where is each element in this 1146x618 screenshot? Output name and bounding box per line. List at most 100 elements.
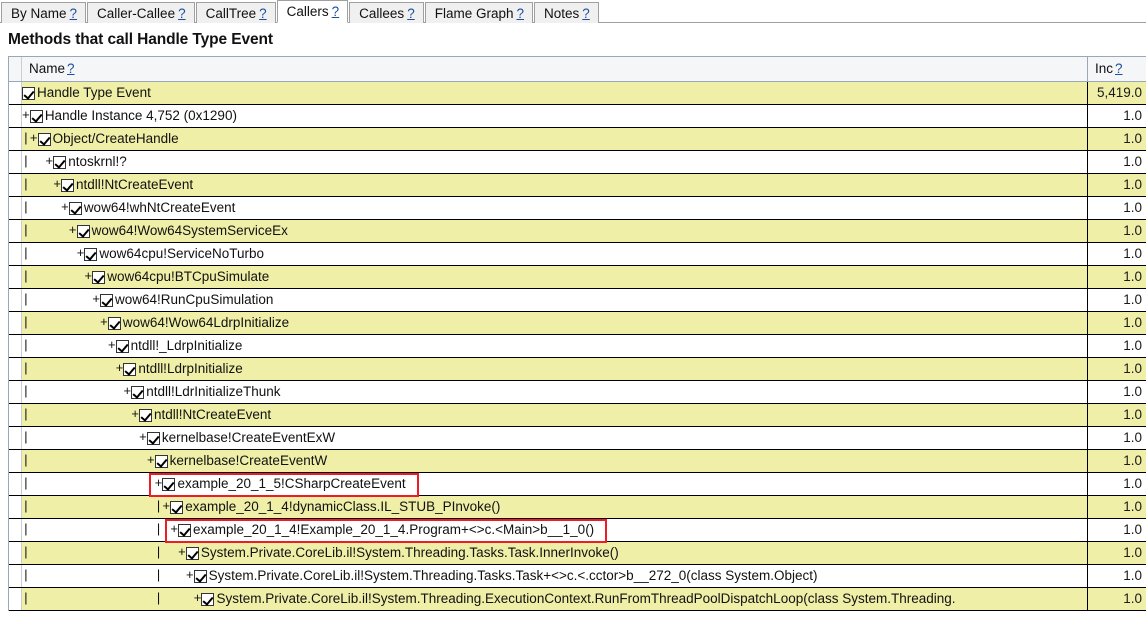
cell-name[interactable]: + Handle Instance 4,752 (0x1290) <box>22 105 1088 127</box>
table-row[interactable]: | + ntdll!NtCreateEvent 1.0 <box>9 174 1146 197</box>
table-row[interactable]: | | + example_20_1_4!Example_20_1_4.Progr… <box>9 519 1146 542</box>
table-row[interactable]: | + kernelbase!CreateEventExW 1.0 <box>9 427 1146 450</box>
table-row[interactable]: | + ntdll!_LdrpInitialize 1.0 <box>9 335 1146 358</box>
cell-name[interactable]: | | + System.Private.CoreLib.il!System.Th… <box>22 588 1088 610</box>
cell-name[interactable]: | | + example_20_1_4!Example_20_1_4.Progr… <box>22 519 1088 541</box>
table-row[interactable]: | | + System.Private.CoreLib.il!System.Th… <box>9 542 1146 565</box>
cell-inc: 1.0 <box>1088 312 1146 334</box>
cell-name[interactable]: | | + System.Private.CoreLib.il!System.Th… <box>22 542 1088 564</box>
tab-callees[interactable]: Callees? <box>349 2 424 23</box>
row-checkbox-checked-icon[interactable] <box>107 316 121 330</box>
tab-calltree[interactable]: CallTree? <box>195 2 276 23</box>
table-row[interactable]: Handle Type Event 5,419.0 <box>9 82 1146 105</box>
row-checkbox-checked-icon[interactable] <box>146 431 160 445</box>
cell-name[interactable]: | + wow64!Wow64LdrpInitialize <box>22 312 1088 334</box>
tab-help-link[interactable]: ? <box>332 4 340 19</box>
table-row[interactable]: | + wow64!Wow64LdrpInitialize 1.0 <box>9 312 1146 335</box>
table-row[interactable]: | + wow64cpu!BTCpuSimulate 1.0 <box>9 266 1146 289</box>
tab-help-link[interactable]: ? <box>407 6 415 21</box>
row-checkbox-checked-icon[interactable] <box>76 224 90 238</box>
cell-inc: 1.0 <box>1088 105 1146 127</box>
tab-help-link[interactable]: ? <box>516 6 524 21</box>
cell-name[interactable]: | + ntdll!_LdrpInitialize <box>22 335 1088 357</box>
row-label: ntdll!LdrpInitialize <box>138 361 243 376</box>
row-gutter <box>9 266 22 288</box>
tab-help-link[interactable]: ? <box>178 6 186 21</box>
row-checkbox-checked-icon[interactable] <box>154 454 168 468</box>
row-checkbox-checked-icon[interactable] <box>170 500 184 514</box>
row-checkbox-checked-icon[interactable] <box>29 109 43 123</box>
row-checkbox-checked-icon[interactable] <box>178 523 192 537</box>
cell-name[interactable]: | | + System.Private.CoreLib.il!System.Th… <box>22 565 1088 587</box>
cell-inc: 5,419.0 <box>1088 82 1146 104</box>
tab-by-name[interactable]: By Name? <box>1 2 87 23</box>
cell-name[interactable]: | + wow64!Wow64SystemServiceEx <box>22 220 1088 242</box>
table-row[interactable]: | + wow64!Wow64SystemServiceEx 1.0 <box>9 220 1146 243</box>
cell-name[interactable]: | + ntdll!LdrpInitialize <box>22 358 1088 380</box>
cell-name[interactable]: | + wow64!RunCpuSimulation <box>22 289 1088 311</box>
cell-name[interactable]: | + kernelbase!CreateEventW <box>22 450 1088 472</box>
column-header-inc-help-link[interactable]: ? <box>1115 61 1123 76</box>
column-header-inc[interactable]: Inc? <box>1088 57 1146 81</box>
cell-name[interactable]: | + ntdll!NtCreateEvent <box>22 404 1088 426</box>
row-checkbox-checked-icon[interactable] <box>139 408 153 422</box>
table-row[interactable]: | | + System.Private.CoreLib.il!System.Th… <box>9 565 1146 588</box>
table-row[interactable]: | + kernelbase!CreateEventW 1.0 <box>9 450 1146 473</box>
row-checkbox-checked-icon[interactable] <box>131 385 145 399</box>
cell-name[interactable]: | + wow64cpu!BTCpuSimulate <box>22 266 1088 288</box>
cell-name[interactable]: | + ntdll!NtCreateEvent <box>22 174 1088 196</box>
row-checkbox-checked-icon[interactable] <box>61 178 75 192</box>
row-checkbox-checked-icon[interactable] <box>92 270 106 284</box>
column-header-name[interactable]: Name? <box>22 57 1088 81</box>
table-row[interactable]: | + wow64!whNtCreateEvent 1.0 <box>9 197 1146 220</box>
column-header-name-help-link[interactable]: ? <box>67 61 75 76</box>
table-row[interactable]: | + example_20_1_5!CSharpCreateEvent 1.0 <box>9 473 1146 496</box>
row-checkbox-checked-icon[interactable] <box>84 247 98 261</box>
cell-name[interactable]: | + ntoskrnl!? <box>22 151 1088 173</box>
row-label: System.Private.CoreLib.il!System.Threadi… <box>216 591 956 606</box>
cell-name[interactable]: | + example_20_1_5!CSharpCreateEvent <box>22 473 1088 495</box>
row-checkbox-checked-icon[interactable] <box>201 592 215 606</box>
table-row[interactable]: | + ntoskrnl!? 1.0 <box>9 151 1146 174</box>
table-row[interactable]: | + ntdll!LdrInitializeThunk 1.0 <box>9 381 1146 404</box>
tab-help-link[interactable]: ? <box>259 6 267 21</box>
table-row[interactable]: | + wow64!RunCpuSimulation 1.0 <box>9 289 1146 312</box>
row-gutter <box>9 151 22 173</box>
tree-prefix: | |+ <box>22 499 171 514</box>
table-row[interactable]: | + wow64cpu!ServiceNoTurbo 1.0 <box>9 243 1146 266</box>
row-checkbox-checked-icon[interactable] <box>115 339 129 353</box>
row-checkbox-checked-icon[interactable] <box>37 132 51 146</box>
cell-name[interactable]: | + wow64cpu!ServiceNoTurbo <box>22 243 1088 265</box>
tab-help-link[interactable]: ? <box>582 6 590 21</box>
row-checkbox-checked-icon[interactable] <box>53 155 67 169</box>
row-checkbox-checked-icon[interactable] <box>162 477 176 491</box>
cell-name[interactable]: | + kernelbase!CreateEventExW <box>22 427 1088 449</box>
table-row[interactable]: | | + System.Private.CoreLib.il!System.Th… <box>9 588 1146 611</box>
table-row[interactable]: + Handle Instance 4,752 (0x1290) 1.0 <box>9 105 1146 128</box>
table-row[interactable]: | + ntdll!LdrpInitialize 1.0 <box>9 358 1146 381</box>
cell-name[interactable]: | + ntdll!LdrInitializeThunk <box>22 381 1088 403</box>
row-checkbox-checked-icon[interactable] <box>22 86 35 100</box>
cell-name[interactable]: |+ Object/CreateHandle <box>22 128 1088 150</box>
tab-flame-graph[interactable]: Flame Graph? <box>424 2 533 23</box>
table-row[interactable]: | |+ example_20_1_4!dynamicClass.IL_STUB_… <box>9 496 1146 519</box>
row-checkbox-checked-icon[interactable] <box>193 569 207 583</box>
grid-header-row: Name? Inc? <box>9 57 1146 82</box>
row-checkbox-checked-icon[interactable] <box>185 546 199 560</box>
tab-help-link[interactable]: ? <box>70 6 78 21</box>
tab-strip: By Name? Caller-Callee? CallTree? Callers? C… <box>0 0 1146 23</box>
table-row[interactable]: |+ Object/CreateHandle 1.0 <box>9 128 1146 151</box>
row-checkbox-checked-icon[interactable] <box>100 293 114 307</box>
tab-callers[interactable]: Callers? <box>276 0 349 23</box>
cell-name[interactable]: | + wow64!whNtCreateEvent <box>22 197 1088 219</box>
row-checkbox-checked-icon[interactable] <box>68 201 82 215</box>
tab-notes[interactable]: Notes? <box>534 2 599 23</box>
cell-name[interactable]: | |+ example_20_1_4!dynamicClass.IL_STUB_… <box>22 496 1088 518</box>
cell-name[interactable]: Handle Type Event <box>22 82 1088 104</box>
row-label: System.Private.CoreLib.il!System.Threadi… <box>208 568 818 583</box>
row-gutter <box>9 243 22 265</box>
table-row[interactable]: | + ntdll!NtCreateEvent 1.0 <box>9 404 1146 427</box>
tab-caller-callee[interactable]: Caller-Callee? <box>87 2 195 23</box>
row-checkbox-checked-icon[interactable] <box>123 362 137 376</box>
grid-body: Handle Type Event 5,419.0 + Handle Instance… <box>9 82 1146 611</box>
